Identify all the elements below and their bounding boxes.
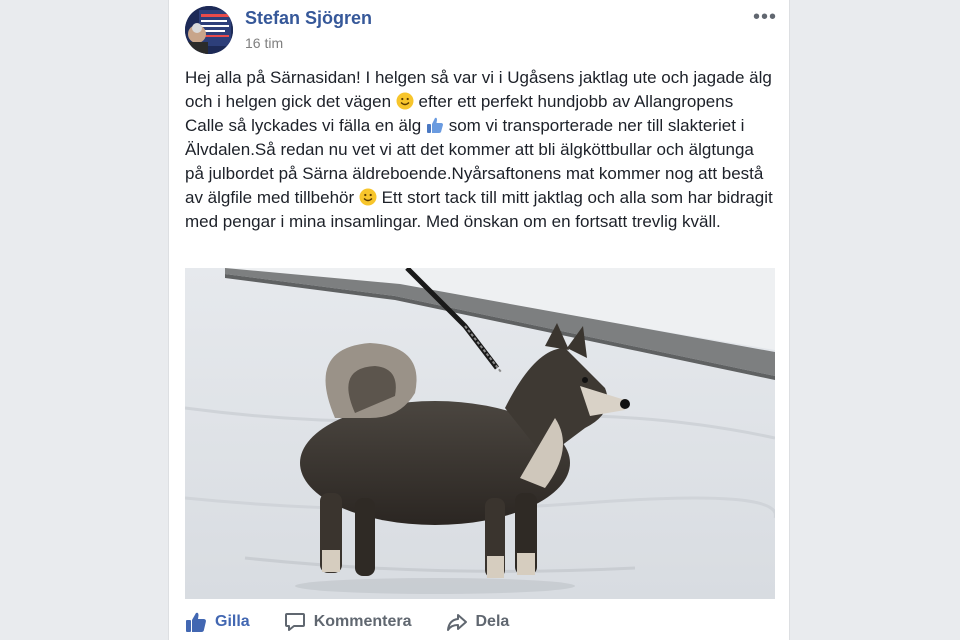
post-timestamp[interactable]: 16 tim (245, 35, 283, 51)
share-label: Dela (475, 613, 510, 630)
post-actions-bar: Gilla Kommentera Dela (185, 604, 775, 640)
post-author[interactable]: Stefan Sjögren (245, 8, 372, 29)
like-button[interactable]: Gilla (185, 611, 250, 633)
avatar[interactable] (185, 6, 233, 54)
post-text: Hej alla på Särnasidan! I helgen så var … (185, 66, 775, 234)
share-icon (446, 614, 467, 631)
comment-button[interactable]: Kommentera (284, 611, 412, 633)
post-photo[interactable] (185, 268, 775, 599)
more-icon[interactable]: ••• (753, 6, 777, 29)
smile-emoji-icon (359, 188, 377, 206)
dog-in-snow-image (185, 268, 775, 599)
share-button[interactable]: Dela (446, 611, 510, 633)
post-card: Stefan Sjögren 16 tim ••• Hej alla på Sä… (168, 0, 790, 640)
like-label: Gilla (215, 613, 250, 630)
like-icon (186, 612, 206, 632)
thumbs-up-emoji-icon (426, 117, 443, 133)
comment-label: Kommentera (313, 613, 412, 630)
avatar-image (185, 6, 233, 54)
smile-emoji-icon (396, 92, 414, 110)
comment-icon (284, 613, 305, 631)
